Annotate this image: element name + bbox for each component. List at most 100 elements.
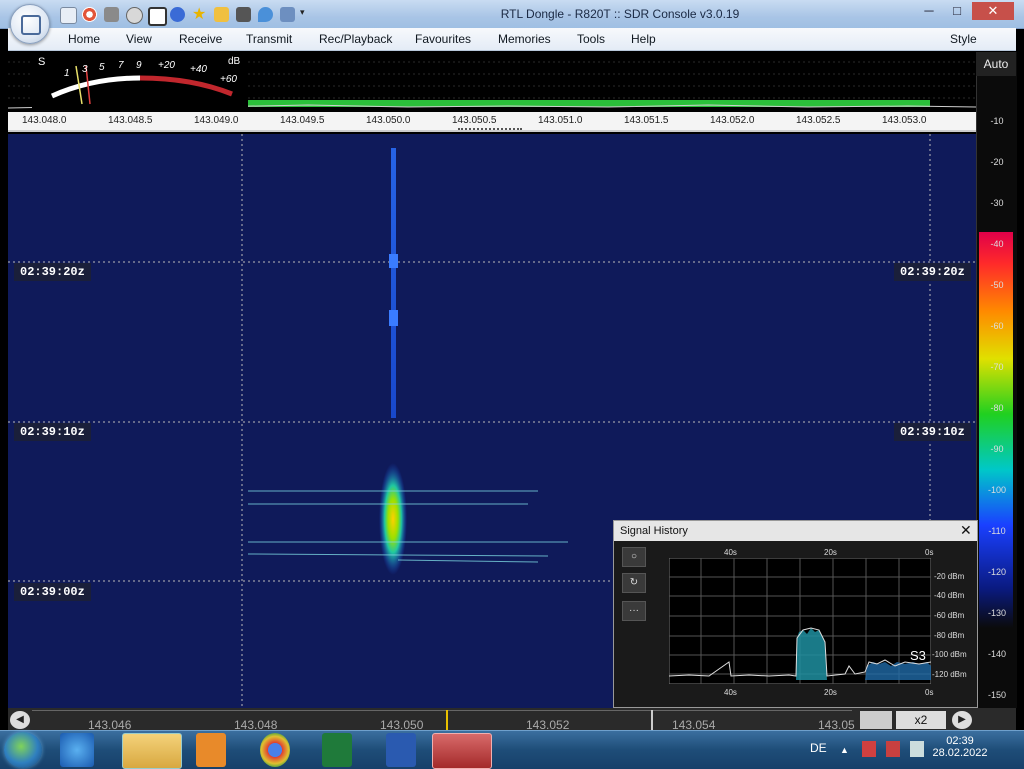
start-button[interactable] [4, 732, 42, 768]
reset-button[interactable]: ↻ [622, 573, 646, 593]
history-db-label: -120 dBm [932, 670, 967, 679]
signal-history-header[interactable]: Signal History ✕ [614, 521, 977, 541]
freq-tick: 143.052.5 [796, 115, 841, 126]
freq-tick: 143.049.0 [194, 115, 239, 126]
network-icon[interactable] [910, 741, 924, 757]
scroll-left-button[interactable]: ◀ [10, 711, 30, 729]
show-hidden-icons-button[interactable]: ▲ [840, 745, 849, 755]
time-label-left: 02:39:00z [14, 583, 91, 601]
s-meter: S dB 1 3 5 7 9 +20 +40 +60 [32, 52, 248, 110]
menu-tools[interactable]: Tools [577, 32, 605, 46]
s-meter-tick: 3 [82, 64, 88, 75]
s-meter-tick: 9 [136, 60, 142, 71]
freq-tick: 143.049.5 [280, 115, 325, 126]
history-time-label: 20s [824, 688, 837, 697]
menu-view[interactable]: View [126, 32, 152, 46]
dropdown-icon[interactable]: ▾ [300, 7, 315, 22]
menu-receive[interactable]: Receive [179, 32, 222, 46]
freq-tick: 143.048.5 [108, 115, 153, 126]
record-button[interactable]: ○ [622, 547, 646, 567]
keyboard-icon[interactable] [860, 711, 892, 729]
menu-bar: Home View Receive Transmit Rec/Playback … [8, 28, 1016, 51]
history-db-label: -60 dBm [934, 611, 965, 620]
language-indicator[interactable]: DE [810, 741, 827, 755]
menu-help[interactable]: Help [631, 32, 656, 46]
menu-home[interactable]: Home [68, 32, 100, 46]
auto-button[interactable]: Auto [976, 52, 1016, 76]
zoom-value: x2 [914, 713, 928, 727]
clock[interactable]: 02:39 28.02.2022 [930, 735, 990, 759]
freq-tick: 143.051.0 [538, 115, 583, 126]
current-frequency-marker [446, 710, 448, 730]
stop-icon[interactable] [148, 7, 167, 26]
frequency-scale[interactable]: 143.048.0 143.048.5 143.049.0 143.049.5 … [8, 112, 976, 132]
word-icon[interactable] [386, 733, 416, 767]
tray-icon[interactable] [886, 741, 900, 757]
signal-history-close-button[interactable]: ✕ [960, 522, 972, 539]
db-level: -50 [990, 280, 1004, 290]
menu-transmit[interactable]: Transmit [246, 32, 292, 46]
home-icon[interactable] [60, 7, 77, 24]
db-level: -30 [990, 198, 1004, 208]
play-icon[interactable] [126, 7, 143, 24]
signal-history-graph [669, 558, 931, 684]
maximize-button[interactable]: □ [944, 2, 970, 20]
style-menu[interactable]: Style [950, 32, 977, 46]
db-level: -90 [990, 444, 1004, 454]
drag-handle[interactable] [458, 128, 522, 132]
freq-tick: 143.051.5 [624, 115, 669, 126]
zoom-selector[interactable]: x2 [896, 711, 946, 729]
history-db-label: -80 dBm [934, 631, 965, 640]
taskbar: DE ▲ 02:39 28.02.2022 [0, 730, 1024, 769]
window-title: RTL Dongle - R820T :: SDR Console v3.0.1… [500, 7, 740, 21]
app-icon [21, 15, 41, 35]
plus-icon[interactable] [170, 7, 185, 22]
time-label-right: 02:39:10z [894, 423, 971, 441]
camera-icon[interactable] [236, 7, 251, 22]
star-icon[interactable]: ★ [192, 7, 207, 23]
db-level: -120 [987, 567, 1006, 577]
time-label-left: 02:39:20z [14, 263, 91, 281]
history-time-label: 0s [925, 688, 934, 697]
drop-icon[interactable] [258, 7, 273, 22]
internet-explorer-icon[interactable] [60, 733, 94, 767]
history-time-label: 40s [724, 548, 737, 557]
close-button[interactable]: ✕ [972, 2, 1014, 20]
range-marker [651, 710, 653, 730]
folder-icon[interactable] [104, 7, 119, 22]
lifebuoy-icon[interactable] [82, 7, 97, 22]
db-level: -10 [990, 116, 1004, 126]
db-level: -140 [987, 649, 1006, 659]
menu-rec-playback[interactable]: Rec/Playback [319, 32, 392, 46]
chrome-icon[interactable] [260, 733, 290, 767]
signal-history-panel: Signal History ✕ ○ ↻ ··· 40s 20s 0s 40s … [613, 520, 978, 708]
s-meter-tick: +60 [220, 74, 237, 85]
lock-icon[interactable] [214, 7, 229, 22]
s-meter-tick: 5 [99, 62, 105, 73]
scroll-right-button[interactable]: ▶ [952, 711, 972, 729]
time-label-left: 02:39:10z [14, 423, 91, 441]
application-menu-button[interactable] [10, 4, 50, 44]
db-level: -130 [987, 608, 1006, 618]
minimize-button[interactable]: ─ [916, 2, 942, 20]
freq-tick: 143.050.5 [452, 115, 497, 126]
s-reading: S3 [910, 648, 926, 663]
more-options-button[interactable]: ··· [622, 601, 646, 621]
frequency-navigation-bar[interactable]: ◀ 143.046 143.048 143.050 143.052 143.05… [8, 708, 1016, 732]
menu-memories[interactable]: Memories [498, 32, 551, 46]
media-player-icon[interactable] [196, 733, 226, 767]
s-meter-tick: 1 [64, 68, 70, 79]
menu-favourites[interactable]: Favourites [415, 32, 471, 46]
link-icon[interactable] [280, 7, 295, 22]
signal-history-title: Signal History [620, 525, 688, 537]
tray-icon[interactable] [862, 741, 876, 757]
file-explorer-icon[interactable] [122, 733, 182, 769]
history-time-label: 0s [925, 548, 934, 557]
sdr-console-icon[interactable] [432, 733, 492, 769]
s-meter-tick: 7 [118, 60, 124, 71]
db-scale[interactable]: -10 -20 -30 -40 -50 -60 -70 -80 -90 -100… [976, 52, 1017, 708]
db-level: -150 [987, 690, 1006, 700]
freq-tick: 143.053.0 [882, 115, 927, 126]
db-level: -60 [990, 321, 1004, 331]
excel-icon[interactable] [322, 733, 352, 767]
